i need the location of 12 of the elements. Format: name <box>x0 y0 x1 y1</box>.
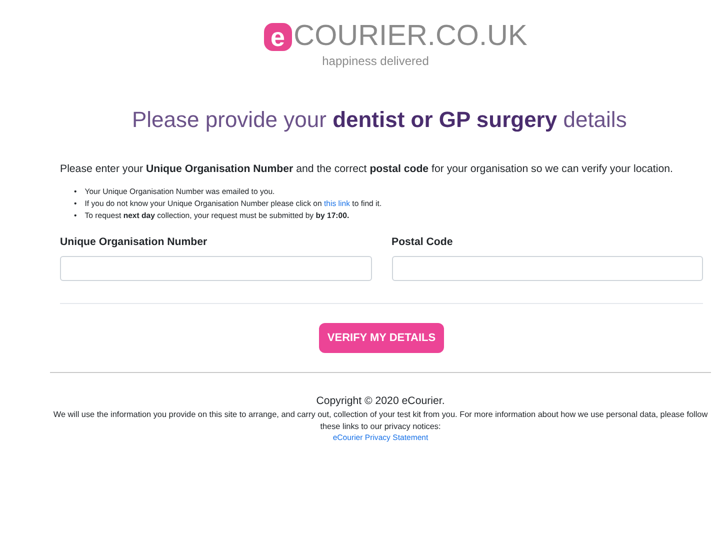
instructions-text: Please enter your Unique Organisation Number and the correct postal code for your organisation so we can verify your location. <box>60 162 674 176</box>
privacy-notice: We will use the information you provide on this site to arrange, and carry out, collection of your test kit from you. For more information about how we use personal data, please follow these links to our privacy notices: <box>52 409 709 433</box>
verify-button[interactable]: VERIFY MY DETAILS <box>319 323 444 353</box>
tagline: happiness delivered <box>322 54 429 68</box>
logo-mark: e <box>264 22 292 50</box>
copyright-text: Copyright © 2020 eCourier. <box>316 395 445 407</box>
input-field[interactable] <box>392 256 703 281</box>
logo-text: COURIER.CO.UK <box>294 22 528 51</box>
page-heading: Please provide your dentist or GP surgery details <box>132 106 628 134</box>
field-label: Unique Organisation Number <box>60 236 208 248</box>
input-field[interactable] <box>60 256 372 281</box>
field-label: Postal Code <box>392 236 454 248</box>
